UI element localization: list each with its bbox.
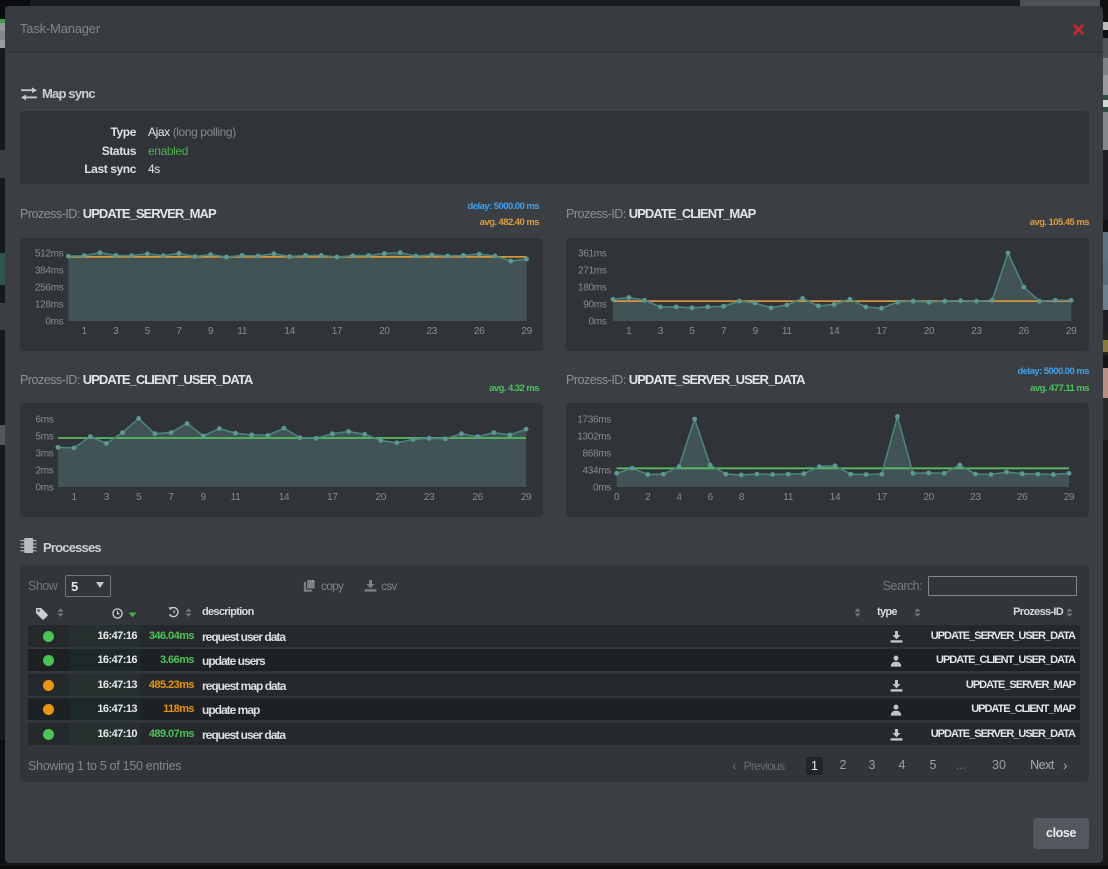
svg-text:26: 26 xyxy=(1017,492,1028,503)
svg-text:7: 7 xyxy=(176,326,182,337)
svg-text:7: 7 xyxy=(721,326,727,337)
svg-text:9: 9 xyxy=(753,326,759,337)
svg-text:0ms: 0ms xyxy=(589,317,607,328)
svg-text:14: 14 xyxy=(830,492,841,503)
svg-text:1736ms: 1736ms xyxy=(577,415,611,426)
svg-text:1: 1 xyxy=(626,326,632,337)
svg-text:17: 17 xyxy=(877,492,888,503)
svg-text:20: 20 xyxy=(924,326,935,337)
svg-text:26: 26 xyxy=(1019,326,1030,337)
svg-text:6ms: 6ms xyxy=(36,415,54,426)
svg-text:23: 23 xyxy=(424,492,435,503)
svg-text:3: 3 xyxy=(113,326,119,337)
svg-text:17: 17 xyxy=(327,492,338,503)
svg-text:23: 23 xyxy=(427,326,438,337)
svg-text:2: 2 xyxy=(645,492,651,503)
svg-text:8: 8 xyxy=(739,492,745,503)
svg-text:180ms: 180ms xyxy=(578,283,607,294)
svg-text:20: 20 xyxy=(379,326,390,337)
svg-text:5ms: 5ms xyxy=(36,432,54,443)
svg-text:271ms: 271ms xyxy=(578,266,607,277)
svg-text:14: 14 xyxy=(284,326,295,337)
svg-text:11: 11 xyxy=(782,326,793,337)
svg-text:20: 20 xyxy=(923,492,934,503)
svg-text:3ms: 3ms xyxy=(36,449,54,460)
svg-text:0ms: 0ms xyxy=(45,317,63,328)
svg-text:5: 5 xyxy=(689,326,695,337)
svg-text:26: 26 xyxy=(474,326,485,337)
svg-text:4: 4 xyxy=(676,492,682,503)
svg-text:11: 11 xyxy=(237,326,248,337)
svg-text:0ms: 0ms xyxy=(36,483,54,494)
svg-text:17: 17 xyxy=(332,326,343,337)
svg-text:361ms: 361ms xyxy=(578,249,607,260)
svg-text:23: 23 xyxy=(971,326,982,337)
svg-text:29: 29 xyxy=(1066,326,1077,337)
svg-text:20: 20 xyxy=(376,492,387,503)
svg-text:29: 29 xyxy=(521,326,532,337)
svg-text:0: 0 xyxy=(614,492,620,503)
svg-text:9: 9 xyxy=(201,492,207,503)
svg-text:1: 1 xyxy=(71,492,77,503)
svg-text:14: 14 xyxy=(829,326,840,337)
svg-text:5: 5 xyxy=(145,326,151,337)
svg-text:90ms: 90ms xyxy=(583,300,607,311)
svg-text:1302ms: 1302ms xyxy=(577,432,611,443)
svg-text:512ms: 512ms xyxy=(35,249,64,260)
svg-text:9: 9 xyxy=(208,326,214,337)
svg-text:256ms: 256ms xyxy=(35,283,64,294)
svg-text:0ms: 0ms xyxy=(593,483,611,494)
svg-text:1: 1 xyxy=(82,326,88,337)
svg-text:5: 5 xyxy=(136,492,142,503)
svg-text:6: 6 xyxy=(708,492,714,503)
svg-text:2ms: 2ms xyxy=(36,466,54,477)
svg-text:29: 29 xyxy=(1064,492,1075,503)
svg-text:3: 3 xyxy=(104,492,110,503)
svg-text:868ms: 868ms xyxy=(582,449,611,460)
svg-text:7: 7 xyxy=(168,492,174,503)
svg-text:3: 3 xyxy=(658,326,664,337)
svg-text:434ms: 434ms xyxy=(582,466,611,477)
svg-text:26: 26 xyxy=(472,492,483,503)
svg-text:17: 17 xyxy=(876,326,887,337)
svg-text:384ms: 384ms xyxy=(35,266,64,277)
svg-text:14: 14 xyxy=(279,492,290,503)
svg-text:29: 29 xyxy=(521,492,532,503)
svg-text:23: 23 xyxy=(970,492,981,503)
svg-text:11: 11 xyxy=(783,492,794,503)
svg-text:128ms: 128ms xyxy=(35,300,64,311)
svg-text:11: 11 xyxy=(231,492,242,503)
